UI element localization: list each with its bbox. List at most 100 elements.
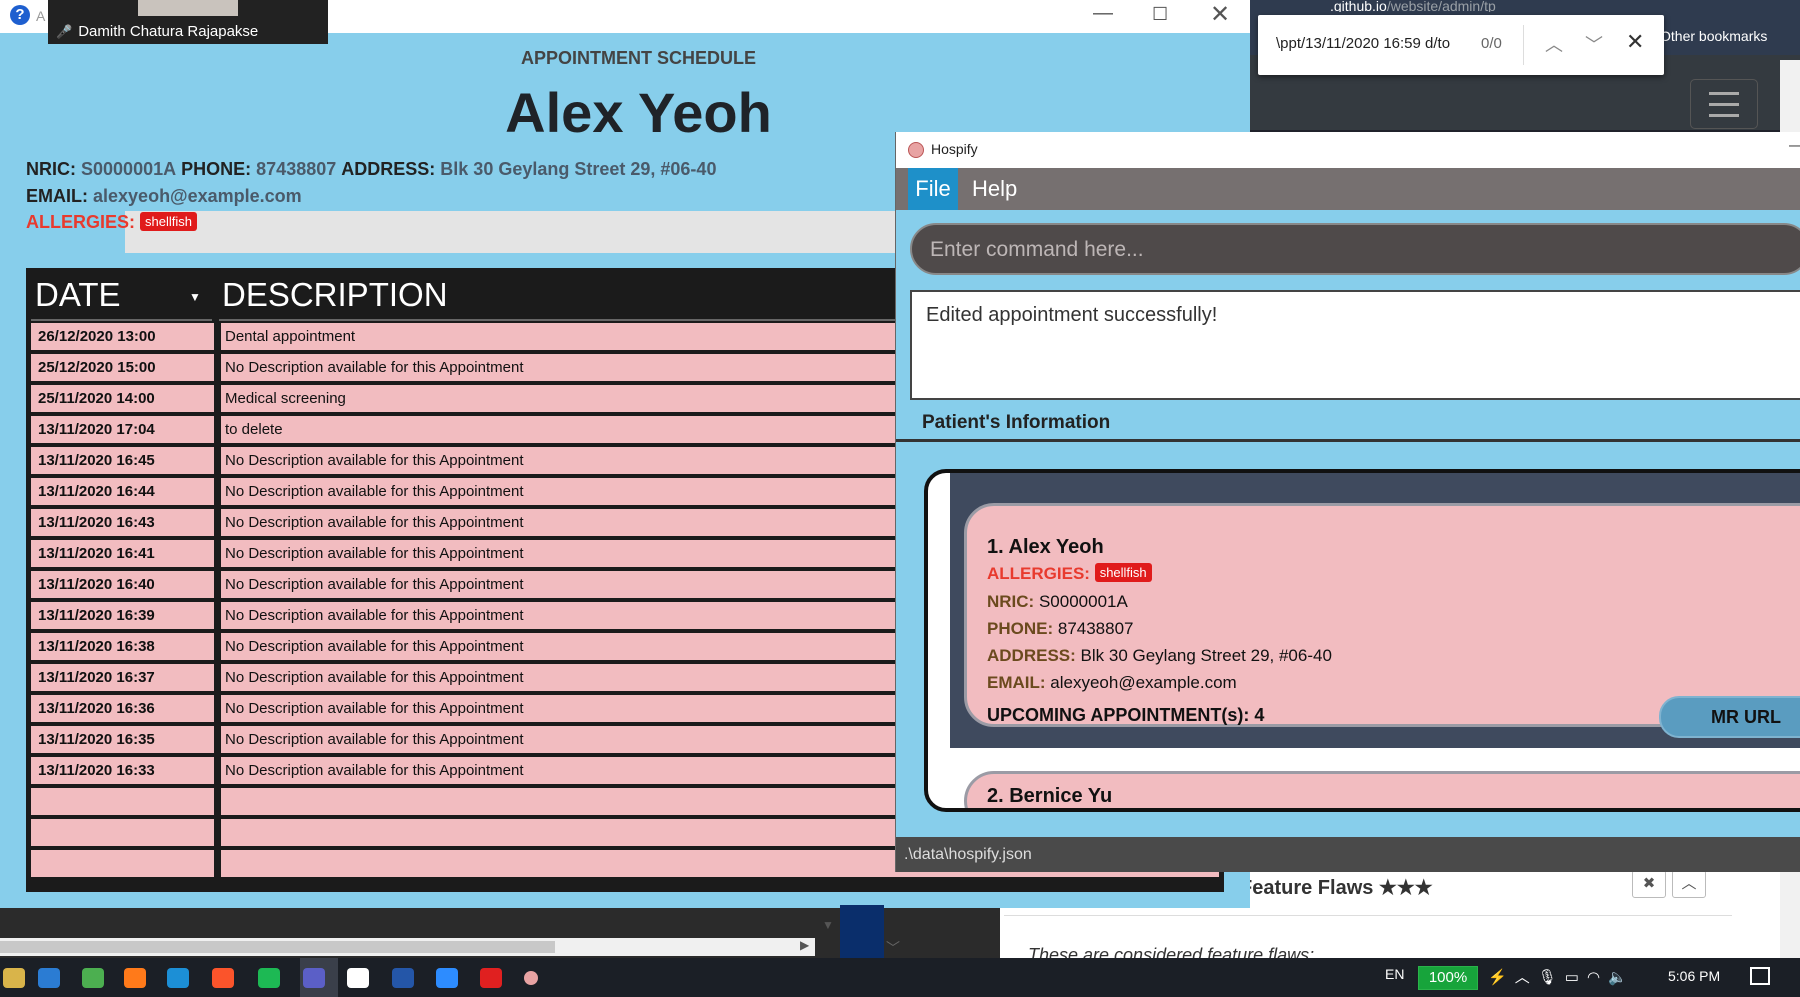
date-cell (31, 819, 214, 846)
horizontal-scrollbar[interactable]: ▶ (0, 938, 815, 956)
edge-icon[interactable] (167, 968, 189, 988)
find-count: 0/0 (1481, 35, 1502, 52)
date-cell: 13/11/2020 16:45 (31, 447, 214, 474)
patient-card-name: 1. Alex Yeoh (987, 536, 1104, 558)
patient-card[interactable]: 2. Bernice Yu (964, 771, 1800, 808)
allergies-label: ALLERGIES: (987, 564, 1090, 583)
plug-icon[interactable]: ⚡ (1488, 969, 1515, 986)
chevron-up-icon[interactable]: ︿ (1515, 969, 1538, 986)
menu-bar: File Help (896, 168, 1800, 210)
date-cell: 26/12/2020 13:00 (31, 323, 214, 350)
video-call-tile[interactable]: 🎤 Damith Chatura Rajapakse (48, 0, 328, 44)
column-header-description[interactable]: DESCRIPTION (222, 276, 448, 314)
email-label: EMAIL: (987, 673, 1046, 692)
zoom-icon[interactable] (436, 968, 458, 988)
chrome-icon[interactable] (82, 968, 104, 988)
patient-card[interactable]: 1. Alex Yeoh ALLERGIES: shellfish NRIC: … (964, 503, 1800, 738)
menu-file[interactable]: File (908, 168, 958, 210)
patient-card-phone: PHONE: 87438807 (987, 619, 1134, 639)
volume-icon[interactable]: 🔈 (1608, 969, 1635, 986)
java-app-icon[interactable] (524, 971, 538, 985)
firefox-icon[interactable] (124, 968, 146, 988)
date-cell: 13/11/2020 16:35 (31, 726, 214, 753)
panel-collapse-button[interactable]: ︿ (1672, 870, 1706, 898)
scroll-down-icon[interactable]: ▼ (822, 918, 834, 932)
date-cell: 13/11/2020 16:37 (31, 664, 214, 691)
patient-list[interactable]: 1. Alex Yeoh ALLERGIES: shellfish NRIC: … (924, 469, 1800, 812)
patient-details: NRIC: S0000001A PHONE: 87438807 ADDRESS:… (26, 159, 716, 180)
upcoming-appointments: UPCOMING APPOINTMENT(s): 4 (987, 705, 1265, 725)
browser-address-bar[interactable]: .github.io/website/admin/tp (1330, 0, 1510, 12)
chevron-up-icon[interactable]: ︿ (1545, 31, 1563, 57)
patient-card-nric: NRIC: S0000001A (987, 592, 1128, 612)
find-divider (1523, 25, 1524, 65)
language-indicator[interactable]: EN (1385, 966, 1404, 982)
status-bar: .\data\hospify.json (896, 837, 1800, 872)
clock[interactable]: 5:06 PM (1668, 968, 1720, 984)
address-value: Blk 30 Geylang Street 29, #06-40 (1080, 646, 1332, 665)
mr-url-button[interactable]: MR URL (1659, 696, 1800, 738)
minimize-icon[interactable]: — (1789, 137, 1800, 155)
maximize-icon[interactable]: ☐ (1152, 4, 1168, 25)
date-cell: 13/11/2020 16:36 (31, 695, 214, 722)
system-tray[interactable]: ⚡︿🎙▭◠🔈 (1488, 966, 1635, 987)
url-domain: .github.io (1330, 0, 1387, 12)
phone-label: PHONE: (181, 159, 252, 179)
phone-value: 87438807 (256, 159, 337, 179)
phone-value: 87438807 (1057, 619, 1134, 638)
acrobat-icon[interactable] (480, 968, 502, 988)
menu-toggle-button[interactable] (1690, 79, 1758, 129)
find-input[interactable]: \ppt/13/11/2020 16:59 d/to (1276, 35, 1462, 52)
date-cell: 25/11/2020 14:00 (31, 385, 214, 412)
participant-video (138, 0, 238, 16)
date-cell: 13/11/2020 16:41 (31, 540, 214, 567)
notification-icon[interactable] (1750, 967, 1770, 985)
window-title: Hospify (931, 141, 978, 157)
date-cell: 13/11/2020 16:40 (31, 571, 214, 598)
date-cell: 13/11/2020 16:38 (31, 633, 214, 660)
result-text: Edited appointment successfully! (926, 304, 1218, 326)
minimize-icon[interactable]: — (1093, 2, 1113, 25)
column-header-date[interactable]: DATE (35, 276, 121, 314)
other-bookmarks[interactable]: Other bookmarks (1660, 28, 1767, 44)
allergies-label: ALLERGIES: (26, 212, 136, 232)
email-label: EMAIL: (26, 186, 88, 206)
close-icon[interactable]: ✕ (1626, 29, 1644, 55)
muted-mic-icon: 🎤 (56, 24, 73, 39)
battery-icon[interactable]: ▭ (1565, 969, 1587, 986)
panel-heading: Feature Flaws ★★★ (1240, 877, 1433, 899)
powershell-icon[interactable] (392, 968, 414, 988)
teams-icon[interactable] (303, 968, 325, 988)
brave-icon[interactable] (212, 968, 234, 988)
wifi-icon[interactable]: ◠ (1587, 969, 1608, 986)
scrollbar-thumb[interactable] (0, 941, 555, 953)
date-cell: 13/11/2020 16:44 (31, 478, 214, 505)
nric-label: NRIC: (987, 592, 1035, 611)
email-client-icon[interactable] (347, 968, 369, 988)
find-bar: \ppt/13/11/2020 16:59 d/to 0/0 ︿ ﹀ ✕ (1258, 15, 1664, 75)
panel-close-button[interactable]: ✖ (1632, 870, 1666, 898)
address-label: ADDRESS: (987, 646, 1076, 665)
command-input[interactable] (928, 235, 1792, 265)
allergies-row: ALLERGIES: shellfish (26, 212, 197, 233)
battery-indicator[interactable]: 100% (1418, 966, 1478, 990)
spotify-icon[interactable] (258, 968, 280, 988)
mic-icon[interactable]: 🎙 (1538, 969, 1565, 986)
background-window-fragment (840, 905, 884, 958)
nric-value: S0000001A (81, 159, 177, 179)
scroll-right-icon[interactable]: ▶ (800, 938, 809, 952)
window-titlebar: Hospify — (896, 132, 1800, 168)
sort-arrow-icon[interactable]: ▼ (189, 290, 201, 304)
app-icon (908, 142, 924, 158)
mail-icon[interactable] (38, 968, 60, 988)
date-cell: 25/12/2020 15:00 (31, 354, 214, 381)
command-box (910, 223, 1800, 275)
chevron-down-icon[interactable]: ﹀ (886, 938, 900, 958)
chevron-down-icon[interactable]: ﹀ (1585, 31, 1603, 57)
close-icon[interactable]: ✕ (1210, 0, 1230, 29)
windows-explorer-icon[interactable] (3, 968, 25, 988)
email-value: alexyeoh@example.com (93, 186, 302, 206)
data-file-path: .\data\hospify.json (904, 846, 1032, 863)
menu-help[interactable]: Help (972, 168, 1017, 210)
date-cell (31, 850, 214, 877)
